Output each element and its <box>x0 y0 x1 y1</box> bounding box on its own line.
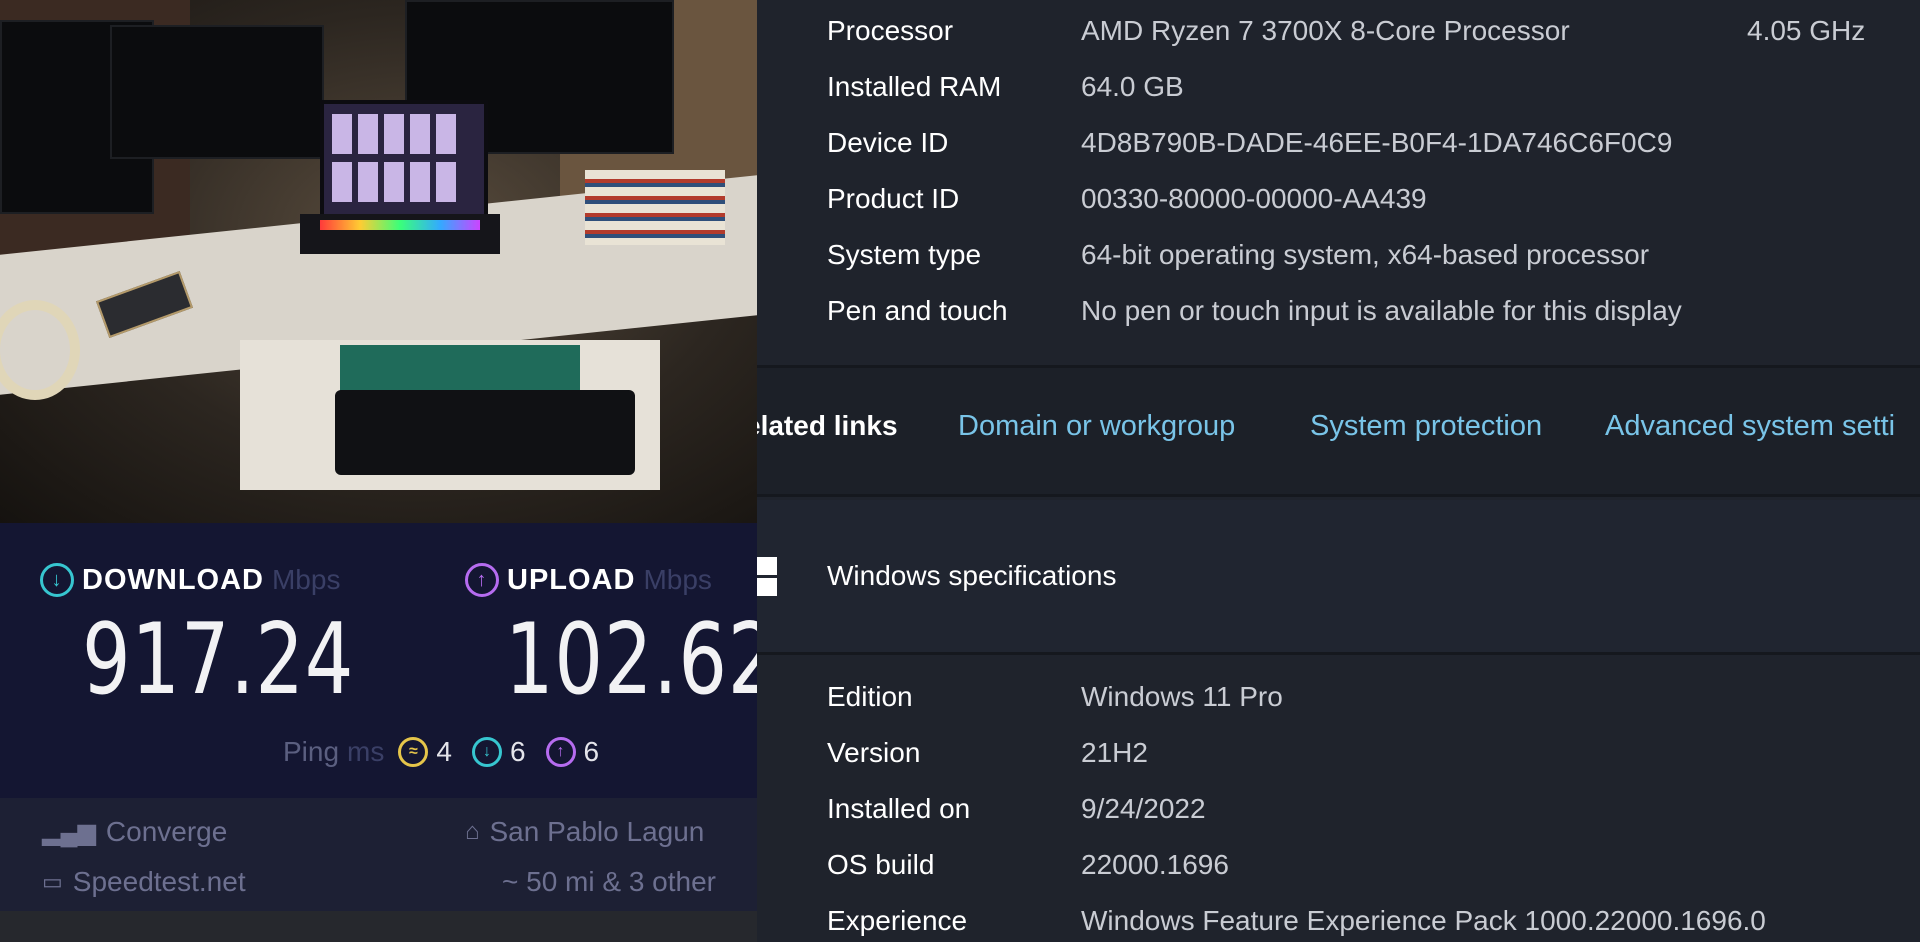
photo-monitor <box>110 25 324 159</box>
ping-idle-value: 4 <box>436 736 452 767</box>
server-name: San Pablo Lagun <box>489 816 705 847</box>
domain-workgroup-link[interactable]: Domain or workgroup <box>958 410 1235 443</box>
win-spec-row-experience: Experience Windows Feature Experience Pa… <box>827 905 1766 937</box>
spec-value: 22000.1696 <box>1081 849 1229 880</box>
speedtest-bottom-bar <box>0 911 757 942</box>
win-spec-row-os-build: OS build 22000.1696 <box>827 849 1229 881</box>
idle-latency-icon: ≈ <box>398 737 429 767</box>
download-label: DOWNLOAD <box>82 563 264 596</box>
spec-value: 21H2 <box>1081 737 1148 768</box>
isp-info: ▂▄▆ Converge <box>42 816 227 848</box>
isp-name: Converge <box>105 816 228 847</box>
spec-key: Installed on <box>827 793 971 824</box>
system-protection-link[interactable]: System protection <box>1310 410 1542 443</box>
spec-value: 9/24/2022 <box>1081 793 1206 824</box>
spec-key: Experience <box>827 905 968 936</box>
windows-logo-icon <box>757 557 779 597</box>
spec-key: Edition <box>827 681 913 712</box>
spec-key: Installed RAM <box>827 71 1002 102</box>
processor-speed: 4.05 GHz <box>1747 15 1866 46</box>
ping-upload-value: 6 <box>583 736 600 767</box>
section-divider <box>757 494 1920 497</box>
win-spec-row-version: Version 21H2 <box>827 737 1148 769</box>
ping-download-value: 6 <box>509 736 526 767</box>
spec-key: System type <box>827 239 982 270</box>
upload-arrow-icon: ↑ <box>465 563 499 597</box>
server-distance: ~ 50 mi & 3 other <box>502 866 717 897</box>
site-name: Speedtest.net <box>72 866 246 897</box>
spec-row-product-id: Product ID 00330-80000-00000-AA439 <box>827 183 1427 215</box>
spec-key: Processor <box>827 15 954 46</box>
spec-row-pen-touch: Pen and touch No pen or touch input is a… <box>827 295 1682 327</box>
download-speed-value: 917.24 <box>82 603 355 717</box>
spec-key: Version <box>827 737 921 768</box>
spec-value: AMD Ryzen 7 3700X 8-Core Processor <box>1081 15 1570 46</box>
photo-laptop <box>300 100 500 260</box>
upload-latency-icon: ↑ <box>545 737 576 767</box>
advanced-system-settings-link[interactable]: Advanced system setti <box>1605 410 1895 443</box>
spec-value: Windows 11 Pro <box>1081 681 1283 712</box>
spec-value: No pen or touch input is available for t… <box>1081 295 1682 326</box>
spec-value: 00330-80000-00000-AA439 <box>1081 183 1427 214</box>
spec-key: Device ID <box>827 127 949 158</box>
upload-header: ↑ UPLOAD Mbps <box>465 563 712 597</box>
download-unit: Mbps <box>271 564 341 595</box>
photo-keyboard <box>335 390 635 475</box>
spec-key: Product ID <box>827 183 960 214</box>
download-header: ↓ DOWNLOAD Mbps <box>40 563 340 597</box>
signal-bars-icon: ▂▄▆ <box>42 818 96 846</box>
speedtest-result-panel: ↓ DOWNLOAD Mbps ↑ UPLOAD Mbps 917.24 102… <box>0 523 776 942</box>
spec-key: Pen and touch <box>827 295 1008 326</box>
server-icon: ⌂ <box>465 818 480 845</box>
spec-value: 64-bit operating system, x64-based proce… <box>1081 239 1650 270</box>
spec-value: 64.0 GB <box>1081 71 1184 102</box>
spec-row-device-id: Device ID 4D8B790B-DADE-46EE-B0F4-1DA746… <box>827 127 1672 159</box>
related-links-bar: elated links Domain or workgroup System … <box>757 368 1920 494</box>
spec-value: 4D8B790B-DADE-46EE-B0F4-1DA746C6F0C9 <box>1081 127 1673 158</box>
upload-label: UPLOAD <box>507 563 636 596</box>
download-arrow-icon: ↓ <box>40 563 74 597</box>
system-about-panel: Processor AMD Ryzen 7 3700X 8-Core Proce… <box>757 0 1920 942</box>
spec-key: OS build <box>827 849 935 880</box>
server-info[interactable]: ⌂ San Pablo Lagun <box>465 816 704 848</box>
win-spec-row-edition: Edition Windows 11 Pro <box>827 681 1283 713</box>
photo-books <box>585 170 725 245</box>
upload-unit: Mbps <box>643 564 712 595</box>
spec-row-processor: Processor AMD Ryzen 7 3700X 8-Core Proce… <box>827 15 1865 47</box>
section-divider <box>757 652 1920 655</box>
windows-specifications-title: Windows specifications <box>827 560 1117 591</box>
desk-photo <box>0 0 757 523</box>
speedtest-footer: ▂▄▆ Converge ⌂ San Pablo Lagun ▭ Speedte… <box>0 798 757 911</box>
ping-unit: ms <box>347 736 385 767</box>
spec-value: Windows Feature Experience Pack 1000.220… <box>1081 905 1766 936</box>
laptop-icon: ▭ <box>42 869 63 894</box>
spec-row-ram: Installed RAM 64.0 GB <box>827 71 1184 103</box>
related-links-title: elated links <box>757 410 898 441</box>
upload-speed-value: 102.62 <box>505 603 778 717</box>
win-spec-row-installed-on: Installed on 9/24/2022 <box>827 793 1206 825</box>
spec-row-system-type: System type 64-bit operating system, x64… <box>827 239 1649 271</box>
windows-specifications-header[interactable]: Windows specifications <box>757 500 1920 652</box>
site-info: ▭ Speedtest.net <box>42 866 246 898</box>
download-latency-icon: ↓ <box>471 737 502 767</box>
ping-label: Ping <box>283 736 340 767</box>
ping-row: Ping ms ≈ 4 ↓ 6 ↑ 6 <box>283 736 619 768</box>
